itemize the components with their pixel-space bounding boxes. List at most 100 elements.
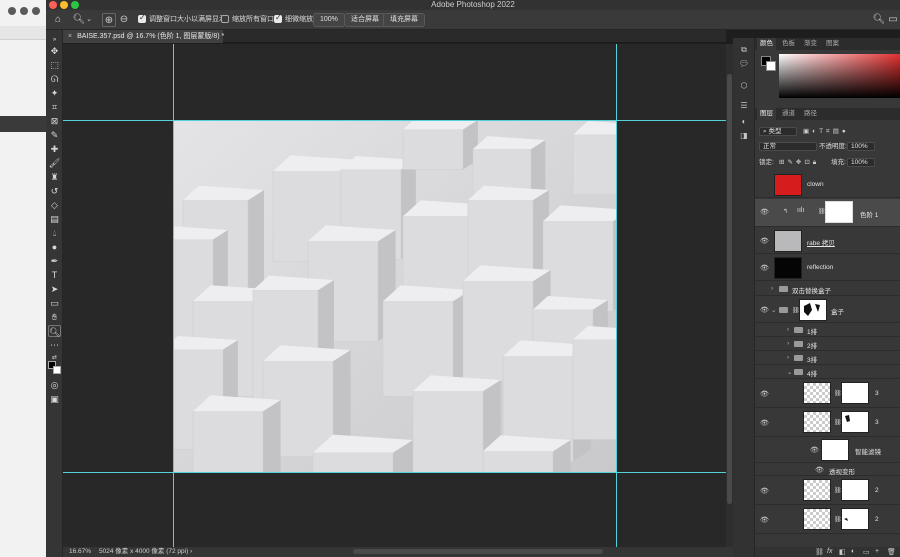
history-brush-tool-icon[interactable]: ↺ xyxy=(48,185,61,197)
layer-filter-icons[interactable]: ▣◐T⌗▤● xyxy=(803,127,849,136)
document-tab[interactable]: × BAISE.357.psd @ 16.7% (色阶 1, 图层蒙版/8) * xyxy=(63,30,224,43)
scrollbar-thumb[interactable] xyxy=(727,74,732,504)
move-tool-icon[interactable]: ✥ xyxy=(48,45,61,57)
layer-name[interactable]: 4排 xyxy=(807,368,817,378)
eraser-tool-icon[interactable]: ◇ xyxy=(48,199,61,211)
guide-line[interactable] xyxy=(63,472,726,473)
layer-mask-thumbnail[interactable] xyxy=(825,201,853,223)
visibility-eye-icon[interactable]: 👁︎ xyxy=(760,306,769,314)
rectangle-tool-icon[interactable]: ▭ xyxy=(48,297,61,309)
tab-channels[interactable]: 通道 xyxy=(779,108,798,120)
layer-name[interactable]: 色阶 1 xyxy=(860,209,878,219)
scrubby-zoom-checkbox[interactable] xyxy=(274,13,282,23)
vertical-scrollbar[interactable] xyxy=(726,44,733,547)
delete-layer-icon[interactable]: 🗑 xyxy=(887,548,896,556)
opacity-input[interactable]: 100% xyxy=(847,142,875,151)
visibility-eye-icon[interactable]: 👁︎ xyxy=(760,264,769,272)
blend-mode-select[interactable]: 正常 xyxy=(759,142,817,151)
layer-row[interactable]: clown xyxy=(755,173,900,198)
lasso-tool-icon[interactable]: ᘏ xyxy=(48,73,61,85)
marquee-tool-icon[interactable]: ⬚ xyxy=(48,59,61,71)
visibility-eye-icon[interactable]: 👁︎ xyxy=(760,390,769,398)
layer-name[interactable]: 2排 xyxy=(807,340,817,350)
dodge-tool-icon[interactable]: ● xyxy=(48,241,61,253)
layer-group-row[interactable]: › 2排 xyxy=(755,338,900,351)
layer-name[interactable]: 3排 xyxy=(807,354,817,364)
libraries-panel-icon[interactable]: ◨ xyxy=(738,130,750,141)
chevron-right-icon[interactable]: › xyxy=(771,285,773,292)
link-layers-icon[interactable]: ⛓ xyxy=(815,548,824,556)
zoom-out-icon[interactable]: ⊖ xyxy=(117,13,131,27)
history-panel-icon[interactable]: ⧉ xyxy=(738,44,750,55)
properties-panel-icon[interactable]: ◐ xyxy=(738,116,750,127)
tab-patterns[interactable]: 图案 xyxy=(823,38,842,50)
document-canvas-image[interactable] xyxy=(173,120,616,472)
gradient-tool-icon[interactable]: ▤ xyxy=(48,213,61,225)
filter-effect-label[interactable]: 透视变形 xyxy=(829,466,855,476)
layer-name[interactable]: 2 xyxy=(875,487,879,494)
search-icon[interactable]: 🔍︎ xyxy=(872,13,886,27)
layer-mask-thumbnail[interactable] xyxy=(841,508,869,530)
guide-line[interactable] xyxy=(63,120,726,121)
layer-group-row[interactable]: › 1排 xyxy=(755,324,900,337)
layer-name[interactable]: reflection xyxy=(807,264,833,271)
visibility-eye-icon[interactable]: 👁︎ xyxy=(760,208,769,216)
hand-tool-icon[interactable]: ✋︎ xyxy=(48,311,61,323)
smart-filter-label[interactable]: 智能滤镜 xyxy=(855,446,881,456)
brush-tool-icon[interactable]: 🖌︎ xyxy=(48,157,61,169)
visibility-eye-icon[interactable]: 👁︎ xyxy=(760,516,769,524)
info-menu-arrow[interactable]: › xyxy=(190,548,192,555)
adjustment-layer-icon[interactable]: ◐ xyxy=(851,548,855,555)
layer-name[interactable]: 2 xyxy=(875,516,879,523)
layer-row-selected[interactable]: 👁︎ ↰ ıılı ⛓ 色阶 1 xyxy=(755,199,900,227)
lock-icons[interactable]: ⊞✎✥⊡🔒︎ xyxy=(779,158,819,167)
zoom-level[interactable]: 16.67% xyxy=(69,547,91,557)
layer-filter-select[interactable]: ⌕ 类型 xyxy=(759,127,797,136)
layer-row[interactable]: 👁︎ rabe 拷贝 xyxy=(755,228,900,254)
visibility-eye-icon[interactable]: 👁︎ xyxy=(760,237,769,245)
layer-name[interactable]: rabe 拷贝 xyxy=(807,237,835,247)
workspace-icon[interactable]: ▭ xyxy=(886,13,900,27)
layer-name[interactable]: 盒子 xyxy=(831,306,844,316)
crop-tool-icon[interactable]: ⌗ xyxy=(48,101,61,113)
layer-row[interactable]: 👁︎ ⛓ 3 xyxy=(755,409,900,437)
layer-mask-thumbnail[interactable] xyxy=(841,479,869,501)
quick-mask-icon[interactable]: ◎ xyxy=(48,379,61,391)
smart-filter-row[interactable]: 👁︎ 智能滤镜 xyxy=(755,438,900,463)
zoom-tool-icon[interactable]: 🔍︎ xyxy=(48,325,61,337)
tab-swatches[interactable]: 色板 xyxy=(779,38,798,50)
layer-group-row[interactable]: ⌄ 4排 xyxy=(755,366,900,379)
layer-row[interactable]: 👁︎ ⛓ 2 xyxy=(755,477,900,505)
horizontal-scrollbar-thumb[interactable] xyxy=(353,549,603,554)
frame-tool-icon[interactable]: ⊠ xyxy=(48,115,61,127)
3d-panel-icon[interactable]: ⬡ xyxy=(738,80,750,91)
magic-wand-tool-icon[interactable]: ✦ xyxy=(48,87,61,99)
layer-row[interactable]: 👁︎ ⛓ 3 xyxy=(755,380,900,408)
blur-tool-icon[interactable]: 💧︎ xyxy=(48,227,61,239)
visibility-eye-icon[interactable]: 👁︎ xyxy=(760,487,769,495)
color-picker-field[interactable] xyxy=(779,54,900,98)
layer-name[interactable]: 1排 xyxy=(807,326,817,336)
visibility-eye-icon[interactable]: 👁︎ xyxy=(760,419,769,427)
layer-row[interactable]: 👁︎ ⛓ 2 xyxy=(755,506,900,534)
chevron-down-icon[interactable]: ⌄ xyxy=(787,368,792,376)
chevron-right-icon[interactable]: › xyxy=(787,326,789,333)
chevron-right-icon[interactable]: › xyxy=(787,340,789,347)
chevron-down-icon[interactable]: ⌄ xyxy=(771,306,776,314)
add-mask-icon[interactable]: ◧ xyxy=(839,548,846,556)
layer-group-row[interactable]: › 3排 xyxy=(755,352,900,365)
smart-filter-mask-thumbnail[interactable] xyxy=(821,439,849,461)
fill-input[interactable]: 100% xyxy=(847,158,875,167)
chevron-right-icon[interactable]: › xyxy=(787,354,789,361)
filter-effect-row[interactable]: 👁︎ 透视变形 xyxy=(755,464,900,476)
canvas-area[interactable] xyxy=(63,44,726,547)
visibility-eye-icon[interactable]: 👁︎ xyxy=(815,466,824,474)
layer-name[interactable]: 3 xyxy=(875,390,879,397)
layer-name[interactable]: 3 xyxy=(875,419,879,426)
screen-mode-icon[interactable]: ▣ xyxy=(48,393,61,405)
background-color-swatch[interactable] xyxy=(53,366,61,374)
tab-gradients[interactable]: 渐变 xyxy=(801,38,820,50)
adjustments-panel-icon[interactable]: ☰ xyxy=(738,100,750,111)
resize-windows-checkbox[interactable] xyxy=(138,13,146,23)
layer-name[interactable]: clown xyxy=(807,181,824,188)
